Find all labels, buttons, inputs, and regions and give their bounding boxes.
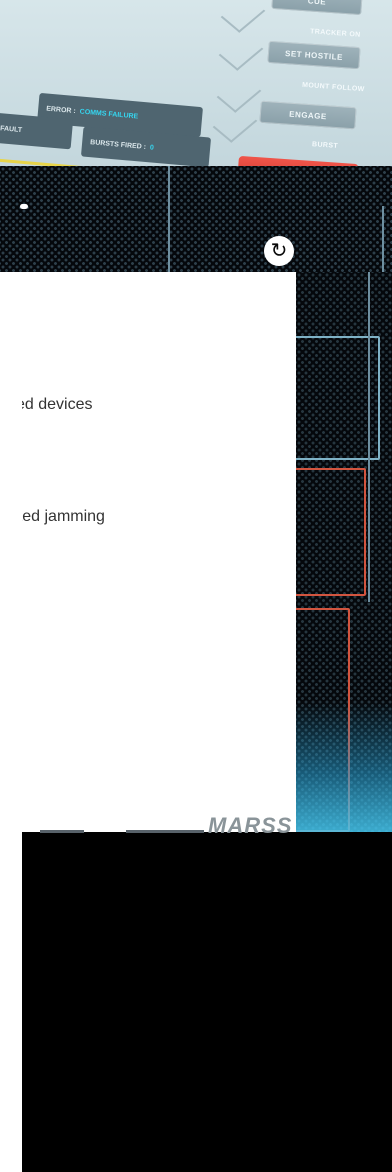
sector-panel-strip [296, 272, 392, 832]
bursts-label: BURSTS FIRED : [89, 138, 147, 151]
hex-display [0, 166, 392, 272]
left-margin [0, 272, 22, 1172]
set-hostile-button[interactable]: SET HOSTILE [267, 40, 361, 70]
brand-logo: MARSS [208, 813, 293, 838]
bezel-mark [126, 830, 204, 833]
mount-follow-button[interactable]: MOUNT FOLLOW [302, 82, 365, 93]
sector-box-red[interactable] [296, 468, 366, 596]
indicator-dot [20, 204, 28, 209]
overlay-card: olled devices geted jamming [0, 272, 296, 832]
grid-line [368, 272, 370, 602]
bursts-value: 0 [149, 143, 155, 152]
replay-icon[interactable]: ↻ [264, 236, 294, 266]
chevron-icon [212, 105, 258, 143]
burst-button[interactable]: BURST [312, 141, 339, 150]
error-label: ERROR : [45, 105, 77, 115]
tracker-on-button[interactable]: TRACKER ON [310, 28, 361, 39]
fault-status: FAULT [0, 112, 74, 150]
fault-label: FAULT [0, 124, 23, 134]
engage-button[interactable]: ENGAGE [259, 100, 357, 130]
grid-line [168, 166, 170, 272]
hmi-screen: CUE TRACKER ON SET HOSTILE MOUNT FOLLOW … [0, 0, 392, 272]
bezel-mark [40, 830, 84, 833]
chevron-icon [218, 33, 264, 71]
chevron-icon [220, 0, 266, 33]
grid-line [382, 206, 384, 272]
cue-button[interactable]: CUE [271, 0, 363, 16]
blue-glow [296, 702, 392, 832]
error-value: COMMS FAILURE [79, 107, 139, 121]
